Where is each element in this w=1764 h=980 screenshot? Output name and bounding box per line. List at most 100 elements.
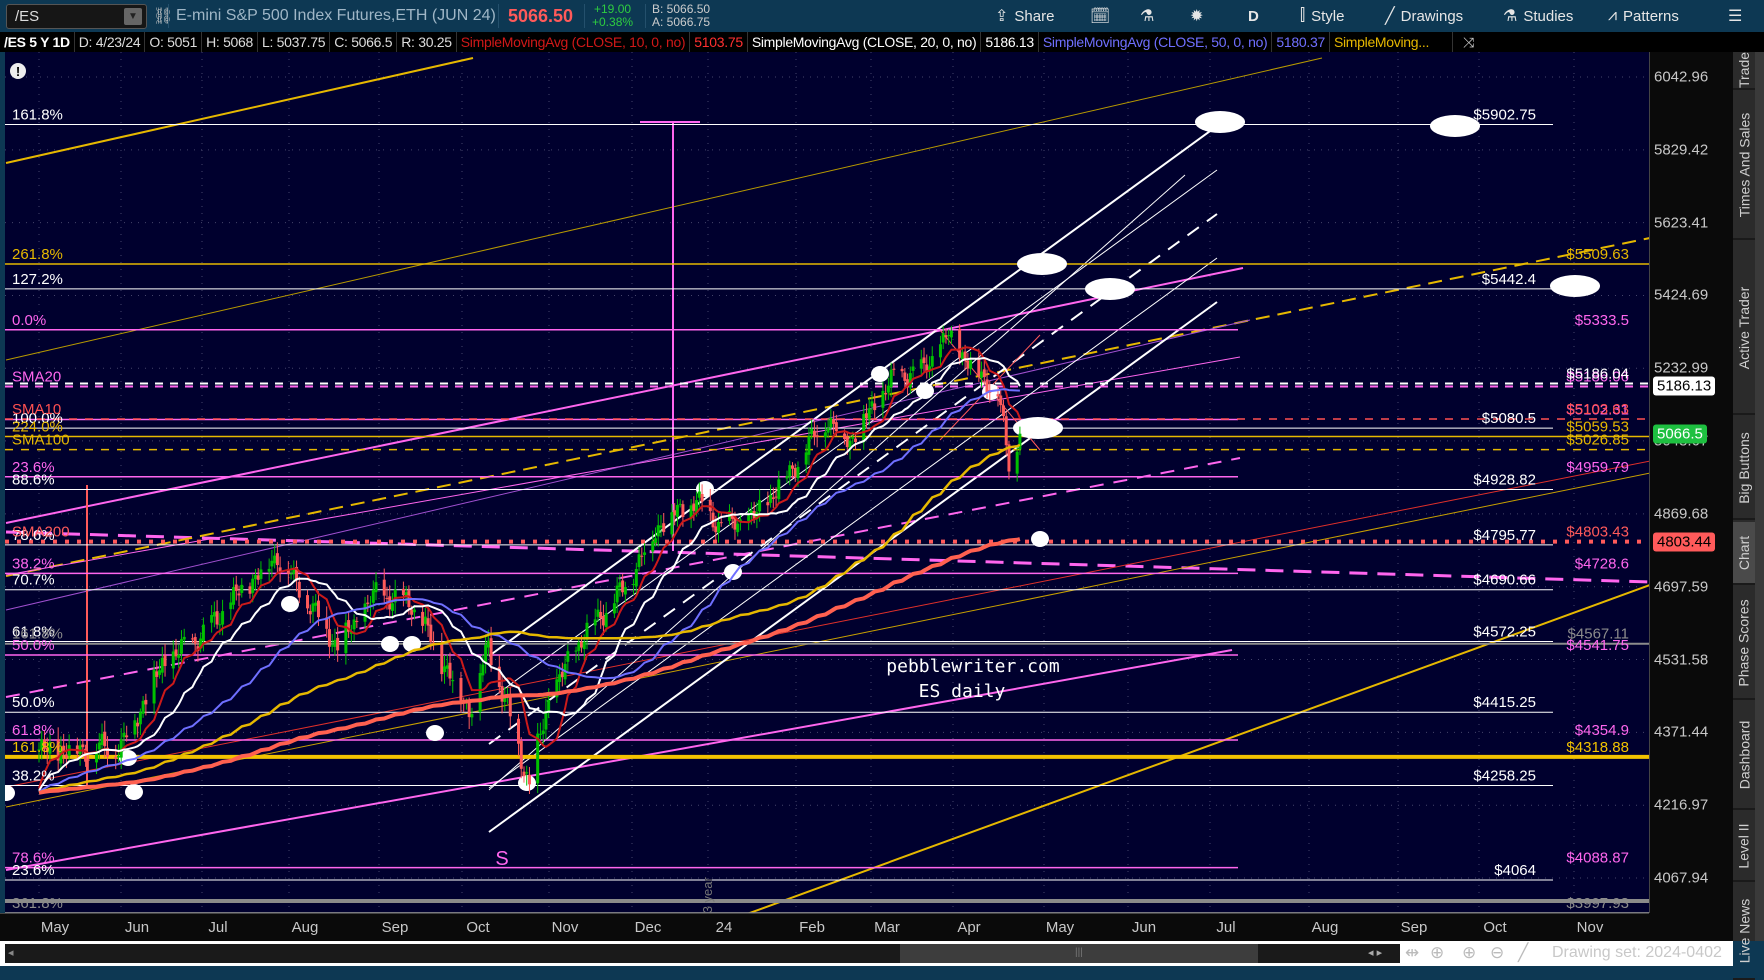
candle-body <box>489 638 493 666</box>
candle-body <box>182 636 186 640</box>
sidebar-scrollbar[interactable] <box>1755 52 1764 941</box>
candle-body <box>486 640 490 648</box>
price-level-label: $4959.79 <box>1566 459 1629 476</box>
alert-icon-glyph: ! <box>16 64 20 79</box>
tab-label: Live News <box>1736 898 1752 964</box>
candle-body <box>448 662 452 679</box>
price-level-label: $4572.25 <box>1473 623 1536 640</box>
date-tick: Mar <box>874 919 900 936</box>
candle-body <box>64 754 68 758</box>
candle-body <box>864 413 868 419</box>
date-tick: Sep <box>1400 919 1428 936</box>
candle-body <box>911 366 915 371</box>
scrollbar-thumb[interactable]: ||| <box>900 944 1258 963</box>
fib-percent-label: 161.8% <box>12 107 63 124</box>
price-axis[interactable]: 6042.965829.425623.415424.695232.995048.… <box>1649 52 1733 918</box>
draw-line-icon[interactable]: ╱ <box>1518 943 1528 963</box>
price-tick: 4531.58 <box>1654 651 1709 669</box>
candle-body <box>522 771 526 777</box>
target-marker <box>381 636 399 652</box>
candle-body <box>270 560 274 567</box>
sidebar-tab-level-ii[interactable]: Level II <box>1733 812 1755 882</box>
drawing-set-selector[interactable]: Drawing set: 2024-0402 <box>1552 944 1722 962</box>
candle-body <box>596 609 600 617</box>
candle-body <box>517 718 520 744</box>
candle-body <box>177 654 181 658</box>
candle-body <box>580 641 584 648</box>
sidebar-tab-live-news[interactable]: Live News <box>1733 884 1755 980</box>
candle-body <box>996 394 1000 397</box>
sidebar-tab-chart[interactable]: Chart <box>1733 522 1755 585</box>
candle-body <box>884 393 888 395</box>
candle-body <box>547 699 551 713</box>
date-axis[interactable]: May Jun Jul Aug Sep Oct Nov Dec 24 Feb Mar Apr May Ju… <box>0 913 1649 941</box>
sidebar-tab-active-trader[interactable]: Active Trader <box>1733 242 1755 415</box>
candle-body <box>922 357 926 364</box>
price-chart[interactable]: $5902.75161.8%$5442.4127.2%$5080.5100.0%… <box>0 0 1764 973</box>
candle-body <box>390 603 394 611</box>
sidebar-tab-trade[interactable]: Trade <box>1733 52 1755 90</box>
candle-body <box>829 418 833 428</box>
price-tick: 4697.59 <box>1654 578 1709 596</box>
date-tick: Jun <box>1131 919 1157 936</box>
candle-body <box>673 510 677 516</box>
crosshair-icon[interactable]: ⊕ <box>1430 943 1444 963</box>
target-marker <box>1085 278 1135 300</box>
tab-label: Chart <box>1736 535 1753 570</box>
candle-body <box>692 503 696 511</box>
fib-percent-label: 70.7% <box>12 572 55 589</box>
candle-body <box>412 609 416 613</box>
fib-percent-label: SMA20 <box>12 369 61 386</box>
zoom-out-icon[interactable]: ⊖ <box>1490 943 1504 963</box>
candle-body <box>851 437 855 439</box>
date-tick: Sep <box>381 919 409 936</box>
scroll-arrows-icon[interactable]: ◂ ▸ <box>1368 946 1382 959</box>
candle-body <box>352 619 356 630</box>
candle-body <box>892 368 896 370</box>
candle-body <box>637 554 641 568</box>
sidebar-tab-dashboard[interactable]: Dashboard <box>1733 702 1755 810</box>
candle-body <box>259 569 263 579</box>
price-level-label: $4928.82 <box>1473 471 1536 488</box>
sidebar-tab-phase-scores[interactable]: Phase Scores <box>1733 587 1755 700</box>
price-level-label: $4258.25 <box>1473 767 1536 784</box>
sidebar-tab-big-buttons[interactable]: Big Buttons <box>1733 417 1755 520</box>
candle-body <box>158 670 162 675</box>
pan-icon[interactable]: ⇹ <box>1405 943 1419 963</box>
chart-background <box>5 52 1649 913</box>
candle-body <box>385 597 389 599</box>
candle-body <box>593 619 597 626</box>
axis-corner <box>1649 913 1733 941</box>
candle-body <box>717 521 721 533</box>
candle-body <box>215 611 219 625</box>
price-level-label: $5902.75 <box>1473 107 1536 124</box>
price-tick: 5424.69 <box>1654 286 1709 304</box>
zoom-in-icon[interactable]: ⊕ <box>1462 943 1476 963</box>
fib-percent-label: 50.0% <box>12 694 55 711</box>
candle-body <box>451 680 455 682</box>
sidebar-tab-times-and-sales[interactable]: Times And Sales <box>1733 92 1755 240</box>
candle-body <box>845 436 849 447</box>
candle-body <box>136 722 140 727</box>
candle-body <box>766 502 770 506</box>
candle-body <box>311 603 315 612</box>
candle-body <box>423 616 427 624</box>
candle-body <box>100 733 104 746</box>
candle-body <box>248 586 252 594</box>
price-level-label: $3997.93 <box>1566 895 1629 912</box>
candle-body <box>141 700 145 714</box>
candle-body <box>374 582 378 593</box>
candle-body <box>256 575 260 580</box>
candle-body <box>843 433 847 440</box>
date-tick: 24 <box>715 919 733 936</box>
candle-body <box>621 580 625 593</box>
candle-body <box>985 379 989 393</box>
price-tick: 5623.41 <box>1654 214 1709 232</box>
candle-body <box>212 612 216 617</box>
candle-body <box>114 756 118 759</box>
target-marker <box>1017 253 1067 275</box>
candle-body <box>823 432 827 438</box>
candle-body <box>736 523 740 533</box>
candle-body <box>999 395 1003 406</box>
candle-body <box>193 637 197 644</box>
